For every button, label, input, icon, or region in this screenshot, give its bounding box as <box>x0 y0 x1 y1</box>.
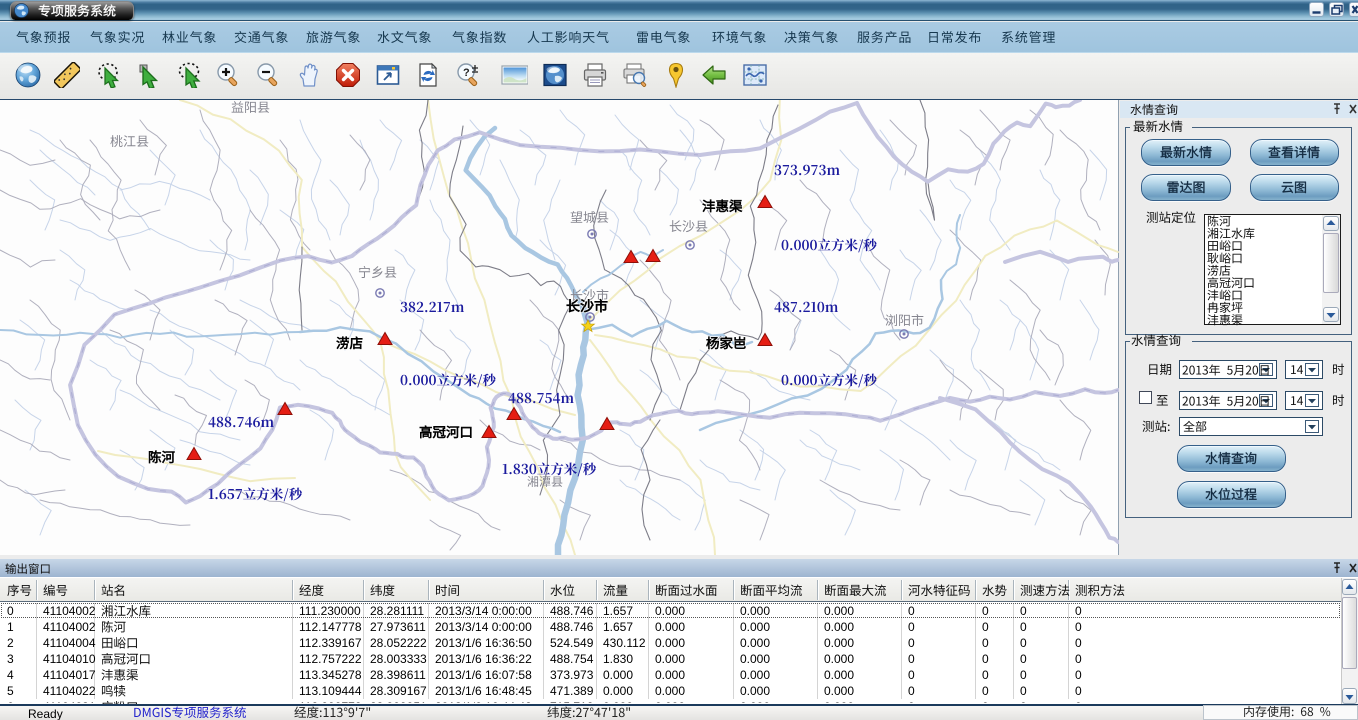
svg-text:?: ? <box>463 67 470 79</box>
